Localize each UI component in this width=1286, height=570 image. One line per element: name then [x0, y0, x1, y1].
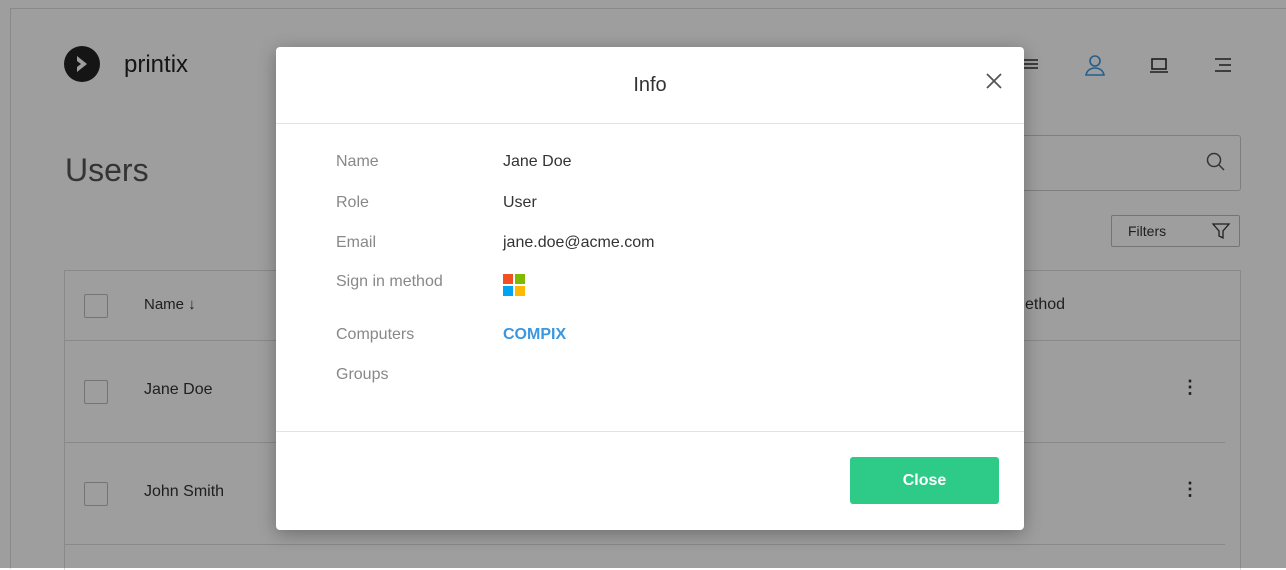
signin-method-label: Sign in method: [336, 273, 443, 290]
role-value: User: [503, 194, 537, 211]
microsoft-icon: [503, 274, 525, 301]
info-dialog: Info Name Jane Doe Role User Email jane.…: [276, 47, 1024, 530]
computers-label: Computers: [336, 326, 415, 343]
dialog-header: Info: [276, 47, 1024, 124]
role-label: Role: [336, 194, 369, 211]
close-icon[interactable]: [982, 69, 1006, 93]
dialog-title: Info: [633, 74, 667, 96]
name-label: Name: [336, 153, 379, 170]
close-button[interactable]: Close: [850, 457, 999, 504]
dialog-footer: Close: [276, 431, 1024, 531]
email-label: Email: [336, 234, 377, 251]
email-value: jane.doe@acme.com: [503, 234, 655, 251]
computer-link[interactable]: COMPIX: [503, 326, 566, 344]
name-value: Jane Doe: [503, 153, 572, 170]
groups-label: Groups: [336, 366, 389, 383]
